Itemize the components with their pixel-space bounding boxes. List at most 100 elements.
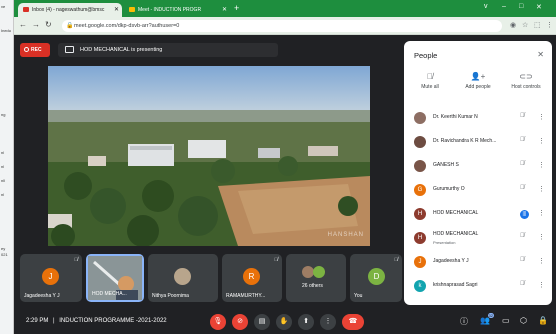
mic-off-icon: 🎙̸ (274, 257, 278, 263)
info-icon[interactable]: ⓘ (460, 316, 468, 327)
toggle-icon: ⊂⊃ (519, 72, 533, 81)
more-icon[interactable]: ⋮ (538, 113, 545, 121)
participant-row[interactable]: H HOD MECHANICAL Presentation 🎙̸ ⋮ (404, 227, 552, 251)
avatar-photo (414, 136, 426, 148)
action-label: Host controls (511, 84, 541, 90)
participant-row[interactable]: GANESH S 🎙̸ ⋮ (404, 155, 552, 179)
edge-label: ng (1, 112, 6, 117)
participant-row[interactable]: H HOD MECHANICAL ||| ⋮ (404, 203, 552, 227)
edge-label: Inedu (1, 28, 12, 33)
speaking-icon: ||| (520, 210, 529, 219)
participant-strip: 🎙̸ J Jagadeesha Y J ||| HOD MECHA... (14, 254, 402, 302)
raise-hand-button[interactable]: ✋ (276, 314, 292, 330)
participant-tile[interactable]: ||| HOD MECHA... (86, 254, 144, 302)
tile-name: Nithya Poornima (152, 293, 189, 299)
mic-off-icon: 🎙̸ (520, 233, 525, 239)
present-button[interactable]: ⬆ (298, 314, 314, 330)
menu-icon[interactable]: ⋮ (546, 21, 553, 29)
more-icon[interactable]: ⋮ (538, 257, 545, 265)
participant-row[interactable]: Dr. Ravichandra K R Mech... 🎙̸ ⋮ (404, 131, 552, 155)
meeting-name: INDUCTION PROGRAMME -2021-2022 (59, 318, 167, 324)
camera-icon[interactable]: ◉ (510, 21, 516, 29)
more-icon[interactable]: ⋮ (538, 281, 545, 289)
participant-name: Dr. Ravichandra K R Mech... (433, 138, 497, 144)
mic-off-icon: 🎙̸ (74, 257, 78, 263)
participant-subtitle: Presentation (433, 240, 456, 245)
tab-gmail-inbox[interactable]: Inbox (4) - nageswathum@bmsc ✕ (18, 3, 122, 17)
lock-icon[interactable]: 🔒 (538, 316, 548, 325)
url-field[interactable]: 🔒 meet.google.com/dkp-dsvb-arr?authuser=… (62, 20, 502, 32)
extensions-icon[interactable]: ⬚ (534, 21, 541, 29)
close-window-button[interactable]: ✕ (536, 3, 542, 11)
participant-name: krishnaprasad Sagri (433, 282, 478, 288)
more-options-button[interactable]: ⋮ (320, 314, 336, 330)
chat-icon[interactable]: ▭ (502, 316, 510, 325)
mic-off-icon: 🎙̸ (394, 257, 398, 263)
participant-row[interactable]: k krishnaprasad Sagri 🎙̸ ⋮ (404, 275, 552, 299)
participant-tile[interactable]: Nithya Poornima (148, 254, 218, 302)
chevron-down-icon[interactable]: v (484, 3, 488, 10)
add-people-button[interactable]: 👤+ Add people (455, 72, 501, 90)
others-tile[interactable]: 26 others (286, 254, 346, 302)
participant-row[interactable]: G Gurumurthy O 🎙̸ ⋮ (404, 179, 552, 203)
mic-off-icon: 🎙̸ (520, 137, 525, 143)
avatar: k (414, 280, 426, 292)
people-panel: People ✕ 🎙̸ Mute all 👤+ Add people ⊂⊃ Ho… (404, 41, 552, 305)
participant-list: Dr. Keerthi Kumar N 🎙̸ ⋮ Dr. Ravichandra… (404, 107, 552, 299)
more-icon[interactable]: ⋮ (538, 233, 545, 241)
participant-name: Jagadeesha Y J (433, 258, 469, 264)
camera-off-button[interactable]: ⊘ (232, 314, 248, 330)
back-icon[interactable]: ← (19, 20, 27, 29)
captions-button[interactable]: ▤ (254, 314, 270, 330)
mic-off-button[interactable]: 🎙 (210, 314, 226, 330)
meet-area: REC HOD MECHANICAL is presenting HANSHAN… (14, 35, 556, 334)
mic-off-icon: 🎙̸ (520, 113, 525, 119)
minimize-button[interactable]: – (502, 3, 506, 10)
rec-label: REC (31, 47, 42, 53)
mic-off-icon: 🎙̸ (427, 72, 433, 81)
close-icon[interactable]: ✕ (537, 50, 544, 59)
close-icon[interactable]: ✕ (222, 6, 227, 13)
participant-tile[interactable]: 🎙̸ R RAMAMURTHY... (222, 254, 282, 302)
edge-label: nl (1, 192, 5, 197)
address-bar: ← → ↻ 🔒 meet.google.com/dkp-dsvb-arr?aut… (14, 17, 556, 35)
close-icon[interactable]: ✕ (114, 6, 119, 13)
avatar: J (414, 256, 426, 268)
edge-label: ve (1, 4, 6, 9)
participant-tile[interactable]: 🎙̸ J Jagadeesha Y J (20, 254, 82, 302)
mute-all-button[interactable]: 🎙̸ Mute all (407, 72, 453, 90)
participant-row[interactable]: J Jagadeesha Y J 🎙̸ ⋮ (404, 251, 552, 275)
edge-label: nl (1, 164, 5, 169)
bookmark-icon[interactable]: ☆ (522, 21, 528, 29)
participant-name: Dr. Keerthi Kumar N (433, 114, 478, 120)
avatar-photo (174, 268, 191, 285)
more-icon[interactable]: ⋮ (538, 185, 545, 193)
end-call-button[interactable]: ☎ (342, 314, 364, 330)
more-icon[interactable]: ⋮ (538, 137, 545, 145)
participant-row[interactable]: Dr. Keerthi Kumar N 🎙̸ ⋮ (404, 107, 552, 131)
avatar-photo (313, 266, 325, 278)
participant-name: HOD MECHANICAL (433, 231, 479, 237)
self-tile[interactable]: 🎙̸ D You (350, 254, 402, 302)
forward-icon[interactable]: → (32, 20, 40, 29)
meet-icon (129, 7, 135, 12)
avatar: G (414, 184, 426, 196)
avatar-photo (414, 112, 426, 124)
new-tab-button[interactable]: + (234, 3, 239, 13)
maximize-button[interactable]: □ (519, 3, 523, 10)
more-icon[interactable]: ⋮ (538, 161, 545, 169)
tile-name: You (354, 293, 363, 299)
control-bar: 2:29 PM | INDUCTION PROGRAMME -2021-2022… (14, 310, 556, 334)
host-controls-button[interactable]: ⊂⊃ Host controls (503, 72, 549, 90)
more-icon[interactable]: ⋮ (538, 209, 545, 217)
reload-icon[interactable]: ↻ (45, 20, 52, 29)
people-icon[interactable]: 👥 32 (480, 313, 494, 325)
mic-off-icon: 🎙̸ (520, 161, 525, 167)
edge-label: ey (1, 246, 6, 251)
activities-icon[interactable]: ⬡ (520, 316, 527, 325)
tile-name: RAMAMURTHY... (226, 293, 266, 299)
tab-label: Meet - INDUCTION PROGR (138, 7, 202, 13)
presentation-video: HANSHAN (48, 66, 370, 246)
tab-meet[interactable]: Meet - INDUCTION PROGR ✕ (124, 3, 230, 17)
screen: ve Inedu ng nl nl nll nl ey 021 Inbox (4… (0, 0, 556, 334)
